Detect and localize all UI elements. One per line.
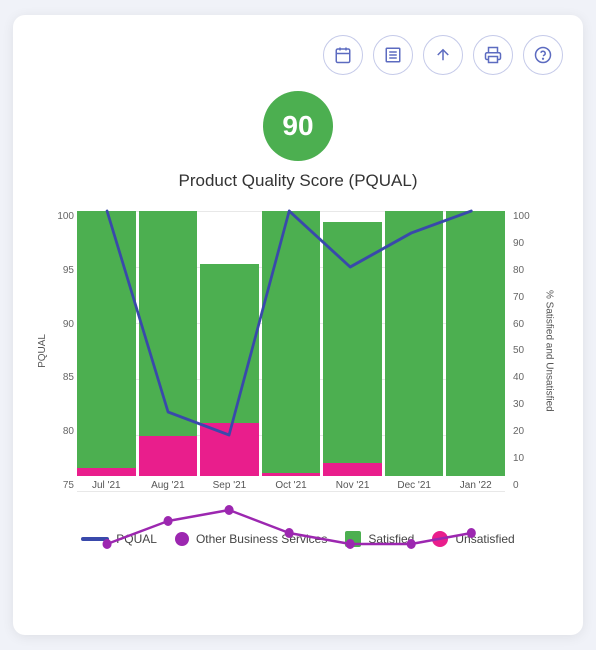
bar-satisfied-oct21 bbox=[262, 211, 321, 476]
y-tick-100: 100 bbox=[57, 211, 74, 222]
calendar-button[interactable] bbox=[323, 35, 363, 75]
x-label-jan22: Jan '22 bbox=[460, 480, 492, 491]
legend-unsatisfied: Unsatisfied bbox=[432, 531, 514, 547]
legend-pqual: PQUAL bbox=[81, 531, 157, 547]
chart-area: PQUAL 100 95 90 85 80 75 100 90 80 70 60… bbox=[33, 211, 563, 521]
list-button[interactable] bbox=[373, 35, 413, 75]
y-right-10: 10 bbox=[513, 453, 524, 464]
y-tick-90: 90 bbox=[63, 319, 74, 330]
main-card: 90 Product Quality Score (PQUAL) PQUAL 1… bbox=[13, 15, 583, 635]
legend-satisfied: Satisfied bbox=[345, 531, 414, 547]
x-label-nov21: Nov '21 bbox=[336, 480, 370, 491]
y-right-70: 70 bbox=[513, 292, 524, 303]
y-right-80: 80 bbox=[513, 265, 524, 276]
x-label-sep21: Sep '21 bbox=[213, 480, 247, 491]
bar-unsat-oct21 bbox=[262, 473, 321, 476]
y-right-30: 30 bbox=[513, 399, 524, 410]
other-dot-2 bbox=[164, 516, 173, 526]
bar-unsat-aug21 bbox=[139, 436, 198, 476]
y-tick-95: 95 bbox=[63, 265, 74, 276]
y-right-60: 60 bbox=[513, 319, 524, 330]
bar-aug21: Aug '21 bbox=[139, 211, 198, 491]
bar-stack-sep21 bbox=[200, 211, 259, 476]
legend-pqual-label: PQUAL bbox=[116, 532, 157, 546]
chart-title: Product Quality Score (PQUAL) bbox=[33, 171, 563, 191]
print-button[interactable] bbox=[473, 35, 513, 75]
score-circle: 90 bbox=[263, 91, 333, 161]
bar-unsat-jul21 bbox=[77, 468, 136, 476]
x-label-jul21: Jul '21 bbox=[92, 480, 121, 491]
y-axis-right-label: % Satisfied and Unsatisfied bbox=[544, 290, 555, 412]
bar-satisfied-nov21 bbox=[323, 222, 382, 476]
bars-container: Jul '21 Aug '21 bbox=[77, 211, 505, 491]
legend-other-dot bbox=[175, 532, 189, 546]
upload-button[interactable] bbox=[423, 35, 463, 75]
y-tick-80: 80 bbox=[63, 426, 74, 437]
bar-satisfied-jul21 bbox=[77, 211, 136, 476]
y-right-20: 20 bbox=[513, 426, 524, 437]
legend-unsatisfied-label: Unsatisfied bbox=[455, 532, 514, 546]
bar-stack-jan22 bbox=[446, 211, 505, 476]
y-right-100: 100 bbox=[513, 211, 530, 222]
bar-satisfied-sep21 bbox=[200, 264, 259, 476]
bar-stack-jul21 bbox=[77, 211, 136, 476]
help-button[interactable] bbox=[523, 35, 563, 75]
y-tick-75: 75 bbox=[63, 480, 74, 491]
bar-stack-aug21 bbox=[139, 211, 198, 476]
legend-other-label: Other Business Services bbox=[196, 532, 327, 546]
x-label-oct21: Oct '21 bbox=[275, 480, 306, 491]
bar-satisfied-aug21 bbox=[139, 211, 198, 476]
bar-satisfied-jan22 bbox=[446, 211, 505, 476]
bar-unsat-sep21 bbox=[200, 423, 259, 476]
other-dot-3 bbox=[225, 505, 234, 515]
legend-other: Other Business Services bbox=[175, 531, 327, 547]
y-tick-85: 85 bbox=[63, 372, 74, 383]
y-right-90: 90 bbox=[513, 238, 524, 249]
bar-jul21: Jul '21 bbox=[77, 211, 136, 491]
x-label-dec21: Dec '21 bbox=[397, 480, 431, 491]
bar-satisfied-dec21 bbox=[385, 211, 444, 476]
bar-stack-oct21 bbox=[262, 211, 321, 476]
bar-stack-dec21 bbox=[385, 211, 444, 476]
bar-sep21: Sep '21 bbox=[200, 211, 259, 491]
legend-satisfied-label: Satisfied bbox=[368, 532, 414, 546]
bar-stack-nov21 bbox=[323, 211, 382, 476]
toolbar bbox=[33, 35, 563, 75]
y-axis-left-label: PQUAL bbox=[37, 334, 48, 368]
bar-unsat-nov21 bbox=[323, 463, 382, 476]
bar-dec21: Dec '21 bbox=[385, 211, 444, 491]
y-right-0: 0 bbox=[513, 480, 519, 491]
score-value: 90 bbox=[282, 110, 313, 142]
bar-nov21: Nov '21 bbox=[323, 211, 382, 491]
legend-pqual-line bbox=[81, 537, 109, 541]
bar-oct21: Oct '21 bbox=[262, 211, 321, 491]
legend: PQUAL Other Business Services Satisfied … bbox=[33, 531, 563, 547]
legend-unsatisfied-box bbox=[432, 531, 448, 547]
legend-satisfied-box bbox=[345, 531, 361, 547]
bar-jan22: Jan '22 bbox=[446, 211, 505, 491]
y-right-50: 50 bbox=[513, 345, 524, 356]
x-label-aug21: Aug '21 bbox=[151, 480, 185, 491]
y-right-40: 40 bbox=[513, 372, 524, 383]
